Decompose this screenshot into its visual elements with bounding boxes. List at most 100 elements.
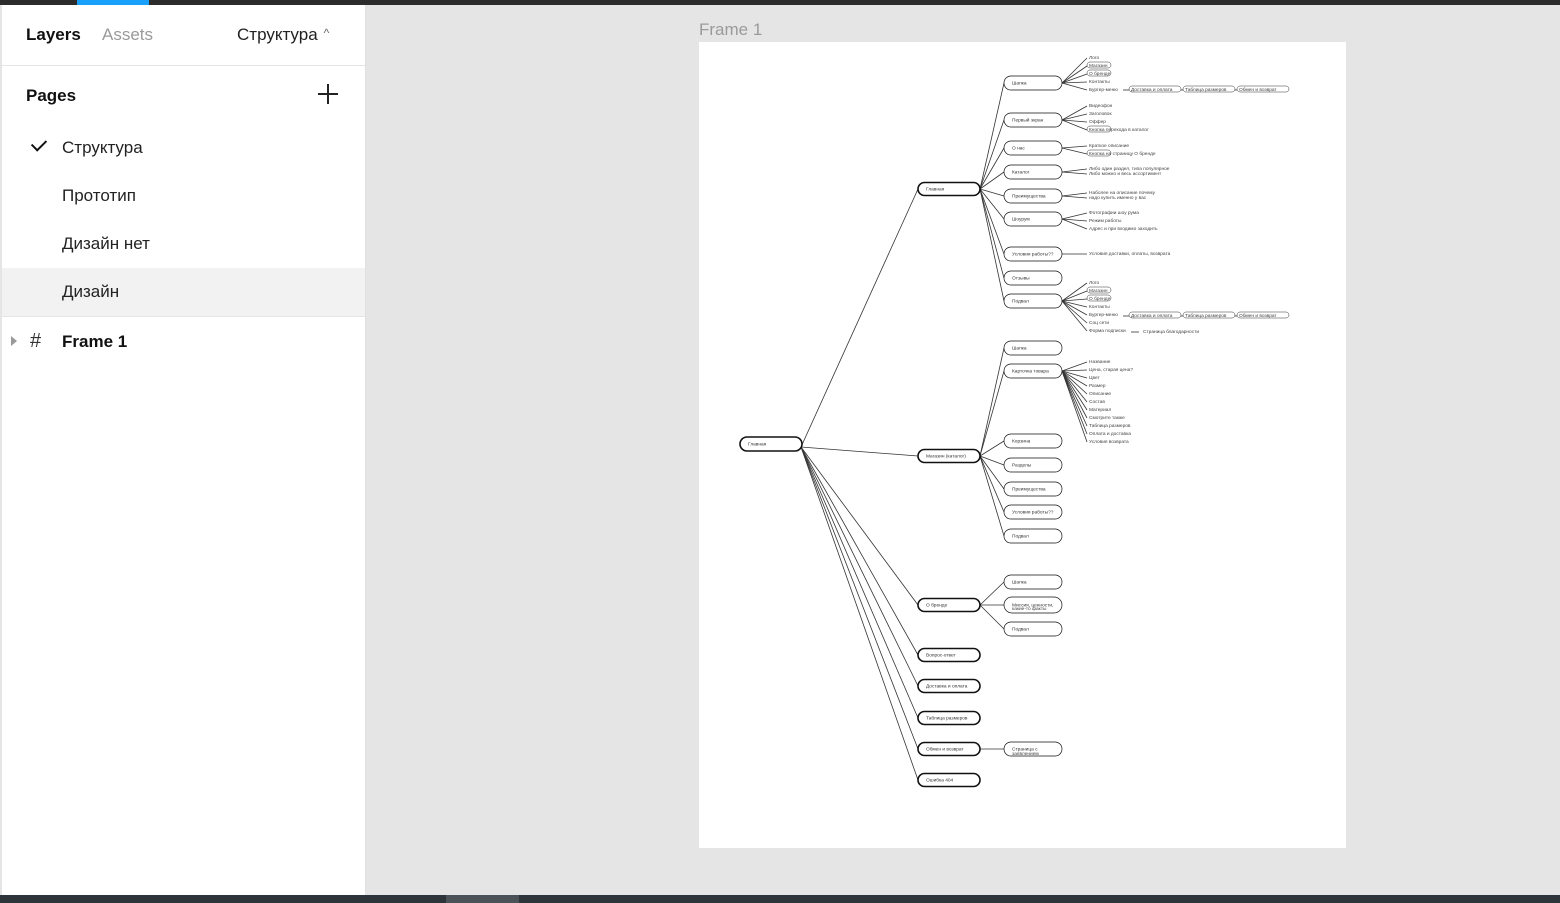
leaf-label: Условия доставки, оплаты, возврата <box>1089 251 1171 257</box>
page-item-prototype[interactable]: Прототип <box>2 172 365 220</box>
frame-1-canvas[interactable]: Главная Главная Магазин (каталог) О бренде В… <box>699 42 1346 848</box>
node-shop-section[interactable]: Карточка товара <box>1003 363 1063 379</box>
node-shop-section[interactable]: Разделы <box>1003 457 1063 473</box>
leaf-label: Таблица размеров <box>1185 87 1227 93</box>
add-page-icon[interactable] <box>316 82 340 106</box>
node-label: Магазин (каталог) <box>926 454 966 460</box>
node-brand-section[interactable]: Подвал <box>1003 621 1063 637</box>
node-level1[interactable]: Таблица размеров <box>917 710 981 726</box>
leaf-label: Состав <box>1089 399 1105 405</box>
node-level1[interactable]: О бренде <box>917 597 981 613</box>
page-switcher[interactable]: Структура ^ <box>237 25 329 45</box>
connector-line <box>1061 370 1088 427</box>
tab-layers[interactable]: Layers <box>26 25 81 45</box>
page-item-design[interactable]: Дизайн <box>2 268 365 316</box>
leaf-label: Заголовок <box>1089 111 1112 117</box>
bottom-scrollbar[interactable] <box>0 895 1560 903</box>
page-item-design-no[interactable]: Дизайн нет <box>2 220 365 268</box>
node-root[interactable]: Главная <box>739 436 803 452</box>
leaf-label: Либо можно и весь ассортимент <box>1089 171 1162 177</box>
connector-line <box>800 446 919 457</box>
leaf-label: Кнопка перехода в каталог <box>1089 127 1149 133</box>
node-label: Разделы <box>1012 463 1032 469</box>
node-home-section[interactable]: Отзывы <box>1003 270 1063 286</box>
page-item-label: Дизайн нет <box>62 234 150 253</box>
node-label: Преимущества <box>1012 194 1046 200</box>
leaf-label: Кнопка на страницу О бренде <box>1089 151 1156 157</box>
connector-line <box>800 446 919 687</box>
connector-line <box>1061 300 1088 332</box>
connector-line <box>979 188 1005 197</box>
node-level1[interactable]: Магазин (каталог) <box>917 448 981 464</box>
layer-frame-1[interactable]: # Frame 1 <box>2 317 365 365</box>
node-shop-section[interactable]: Подвал <box>1003 528 1063 544</box>
leaf-label: О бренде <box>1089 71 1111 77</box>
leaf-label: Обмен и возврат <box>1239 313 1277 319</box>
connector-line <box>1061 168 1088 173</box>
node-level1[interactable]: Обмен и возврат <box>917 741 981 757</box>
connector-line <box>979 82 1005 190</box>
page-item-structure[interactable]: Структура <box>2 124 365 172</box>
node-level1[interactable]: Ошибка 404 <box>917 772 981 788</box>
leaf-label: Цена, старая цена? <box>1089 367 1133 373</box>
leaf-label: О бренде <box>1089 296 1111 302</box>
leaf-label: Условия возврата <box>1089 439 1129 445</box>
leaf-label: Режим работы <box>1089 218 1122 224</box>
connector-line <box>979 604 1005 630</box>
leaf-label: Контакты <box>1089 304 1110 310</box>
connector-line <box>800 446 919 656</box>
leaf-label: Соц сети <box>1089 320 1109 326</box>
leaf-label: Оплата и доставка <box>1089 431 1131 437</box>
connector-line <box>1061 105 1088 121</box>
connector-line <box>979 347 1005 457</box>
page-item-label: Прототип <box>62 186 136 205</box>
leaf-label: Краткое описание <box>1089 143 1129 149</box>
leaf-label: Видеофон <box>1089 103 1113 109</box>
node-shop-section[interactable]: Преимущества <box>1003 481 1063 497</box>
node-shop-section[interactable]: Корзина <box>1003 433 1063 449</box>
connector-line <box>1061 300 1088 316</box>
node-shop-section[interactable]: Шапка <box>1003 340 1063 356</box>
node-level1[interactable]: Доставка и оплата <box>917 678 981 694</box>
node-home-section[interactable]: Первый экран <box>1003 112 1063 128</box>
chevron-up-icon: ^ <box>323 26 330 40</box>
node-level1[interactable]: Главная <box>917 181 981 197</box>
node-home-section[interactable]: Преимущества <box>1003 188 1063 204</box>
leaf-label: Размер <box>1089 383 1106 389</box>
tab-assets[interactable]: Assets <box>102 25 153 45</box>
node-home-section[interactable]: Шоурум <box>1003 211 1063 227</box>
node-brand-section[interactable]: Шапка <box>1003 574 1063 590</box>
node-shop-section[interactable]: Условия работы?? <box>1003 504 1063 520</box>
node-label: Преимущества <box>1012 487 1046 493</box>
frame-label[interactable]: Frame 1 <box>699 20 762 40</box>
node-label: Ошибка 404 <box>926 778 954 784</box>
leaf-label: Фотографии шоу рума <box>1089 210 1139 216</box>
connector-line <box>800 446 919 606</box>
node-home-section[interactable]: Условия работы?? <box>1003 246 1063 262</box>
leaf-label: Доставка и оплата <box>1131 313 1173 319</box>
node-label: Условия работы?? <box>1012 252 1054 258</box>
current-page-label: Структура <box>237 25 318 44</box>
expand-caret-icon[interactable] <box>11 336 17 346</box>
node-label: Вопрос-ответ <box>926 653 957 659</box>
leaf-label: Бургер-меню <box>1089 87 1118 93</box>
node-level1[interactable]: Вопрос-ответ <box>917 647 981 663</box>
node-label: Подвал <box>1012 299 1029 305</box>
node-home-section[interactable]: О нас <box>1003 140 1063 156</box>
node-home-section[interactable]: Шапка <box>1003 75 1063 91</box>
pages-header: Pages <box>2 66 365 124</box>
node-home-section[interactable]: Каталог <box>1003 164 1063 180</box>
scrollbar-thumb[interactable] <box>446 895 519 903</box>
leaf-label: Страница благодарности <box>1143 329 1199 335</box>
connector-line <box>800 446 919 750</box>
layers-sidebar: Layers Assets Структура ^ Pages Структура… <box>2 5 366 895</box>
node-label: Карточка товара <box>1012 369 1049 375</box>
connector-line <box>800 188 919 448</box>
connector-line <box>979 188 1005 279</box>
connector-line <box>1061 82 1088 91</box>
connector-line <box>1061 113 1088 121</box>
connector-line <box>1061 192 1088 197</box>
node-home-section[interactable]: Подвал <box>1003 293 1063 309</box>
connector-line <box>1061 212 1088 220</box>
leaf-label: Обмен и возврат <box>1239 87 1277 93</box>
